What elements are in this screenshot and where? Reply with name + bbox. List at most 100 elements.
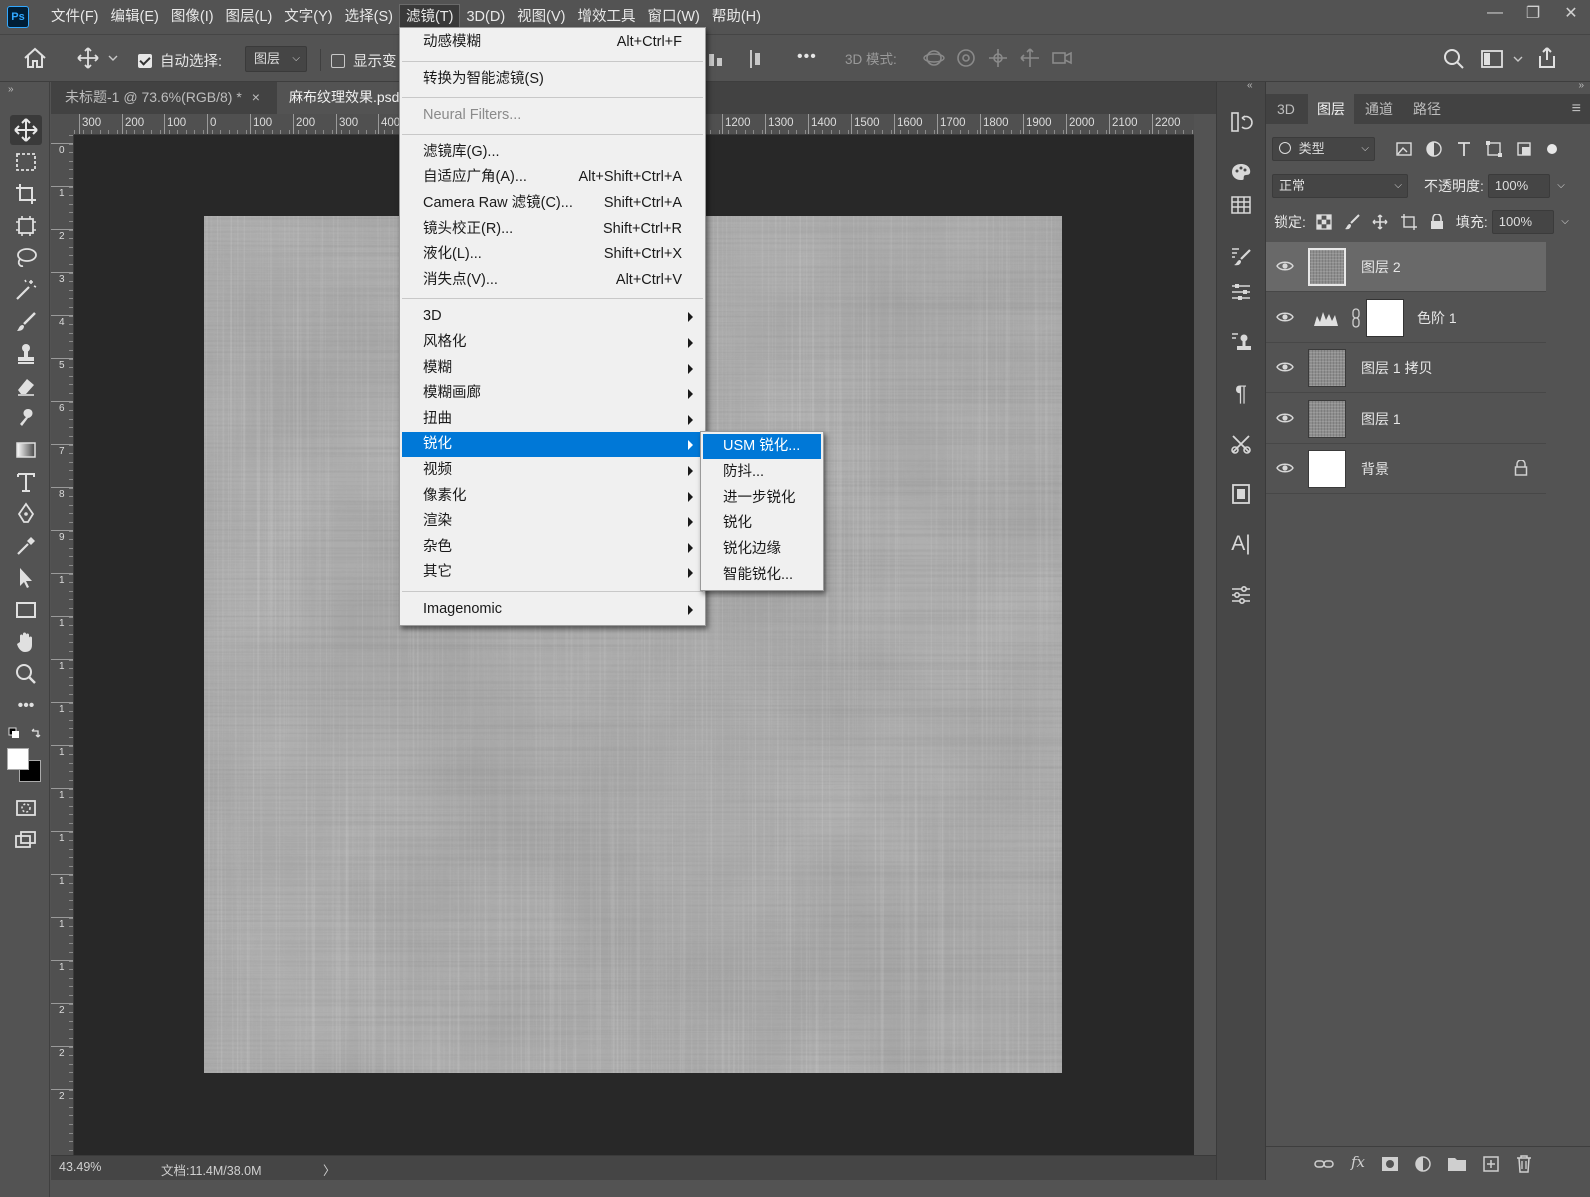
visibility-eye-icon[interactable] xyxy=(1276,459,1294,477)
panel-menu-icon[interactable]: ≡ xyxy=(1563,94,1590,124)
menu-3[interactable]: 图层(L) xyxy=(220,4,279,30)
sharpen-menu-item[interactable]: 锐化边缘 xyxy=(703,537,821,562)
sharpen-menu-item[interactable]: 智能锐化... xyxy=(703,563,821,588)
filter-menu-item[interactable]: 风格化 xyxy=(402,330,703,355)
filter-shape-icon[interactable] xyxy=(1485,140,1503,158)
sharpen-menu-item[interactable]: 防抖... xyxy=(703,460,821,485)
brushes-icon[interactable] xyxy=(1226,242,1256,272)
fx-icon[interactable]: fx xyxy=(1351,1153,1365,1171)
filter-menu-item[interactable]: 液化(L)... Shift+Ctrl+X xyxy=(402,242,703,267)
layer-row[interactable]: 背景 xyxy=(1266,444,1546,494)
foreground-color-swatch[interactable] xyxy=(7,748,29,770)
filter-menu-item[interactable]: 模糊 xyxy=(402,356,703,381)
lock-position-icon[interactable] xyxy=(1372,214,1388,230)
restore-button[interactable]: ❐ xyxy=(1514,0,1552,26)
tab-close-icon[interactable]: × xyxy=(252,89,260,105)
history-icon[interactable] xyxy=(1226,107,1256,137)
menu-5[interactable]: 选择(S) xyxy=(339,4,399,30)
magic-wand-tool-icon[interactable] xyxy=(10,275,42,305)
delete-layer-icon[interactable] xyxy=(1515,1154,1533,1174)
new-layer-icon[interactable] xyxy=(1482,1155,1500,1173)
slide-3d-icon[interactable] xyxy=(1018,46,1042,70)
filter-menu-item[interactable]: 镜头校正(R)... Shift+Ctrl+R xyxy=(402,217,703,242)
tab-channels[interactable]: 通道 xyxy=(1356,94,1402,124)
auto-select-target-dropdown[interactable]: 图层 ⌵ xyxy=(245,46,307,72)
more-options-button[interactable]: ••• xyxy=(797,48,817,66)
menu-2[interactable]: 图像(I) xyxy=(165,4,220,30)
character-icon[interactable]: A| xyxy=(1226,529,1256,559)
eyedropper-tool-icon[interactable] xyxy=(10,531,42,561)
home-icon[interactable] xyxy=(22,46,48,70)
filter-menu-item[interactable]: 消失点(V)... Alt+Ctrl+V xyxy=(402,268,703,293)
filter-menu-item[interactable]: 模糊画廊 xyxy=(402,381,703,406)
lock-all-icon[interactable] xyxy=(1430,214,1444,230)
path-selection-tool-icon[interactable] xyxy=(10,563,42,593)
menu-0[interactable]: 文件(F) xyxy=(45,4,105,30)
collapse-dock-icon[interactable]: « xyxy=(1247,80,1253,91)
visibility-eye-icon[interactable] xyxy=(1276,257,1294,275)
roll-3d-icon[interactable] xyxy=(954,46,978,70)
distribute-icon[interactable] xyxy=(746,48,766,70)
minimize-button[interactable]: — xyxy=(1476,0,1514,26)
lock-pixels-icon[interactable] xyxy=(1344,214,1360,230)
filter-menu-item[interactable]: 渲染 xyxy=(402,509,703,534)
edit-toolbar-icon[interactable]: ••• xyxy=(10,691,42,721)
filter-smart-object-icon[interactable] xyxy=(1515,140,1533,158)
camera-3d-icon[interactable] xyxy=(1050,46,1074,70)
brush-tool-icon[interactable] xyxy=(10,307,42,337)
kind-filter-dropdown[interactable]: 类型 ⌵ xyxy=(1272,137,1375,161)
filter-menu-item[interactable]: Imagenomic xyxy=(402,597,703,622)
lasso-tool-icon[interactable] xyxy=(10,243,42,273)
layer-thumbnail[interactable] xyxy=(1308,450,1346,488)
filter-menu-item[interactable]: 动感模糊 Alt+Ctrl+F xyxy=(402,30,703,55)
filter-menu-item[interactable]: 锐化 xyxy=(402,432,703,458)
tab-untitled-1[interactable]: 未标题-1 @ 73.6%(RGB/8) * × xyxy=(53,82,275,114)
layer-row[interactable]: 图层 1 xyxy=(1266,394,1546,444)
color-palette-icon[interactable] xyxy=(1226,157,1256,187)
color-swatches[interactable] xyxy=(7,748,43,784)
status-menu-arrow[interactable]: 〉 xyxy=(323,1160,336,1179)
move-tool-preset-icon[interactable] xyxy=(74,46,118,70)
new-group-icon[interactable] xyxy=(1447,1155,1467,1173)
layer-row[interactable]: 图层 2 xyxy=(1266,242,1546,292)
gradient-tool-icon[interactable] xyxy=(10,435,42,465)
tab-3d[interactable]: 3D xyxy=(1268,94,1304,124)
filter-menu-item[interactable]: 转换为智能滤镜(S) xyxy=(402,67,703,92)
brush-settings-icon[interactable] xyxy=(1226,277,1256,307)
layer-row[interactable]: 色阶 1 xyxy=(1266,293,1546,343)
panel-collapse-icon[interactable]: » xyxy=(1578,80,1584,91)
filter-type-icon[interactable] xyxy=(1455,140,1473,158)
eraser-tool-icon[interactable] xyxy=(10,371,42,401)
default-colors-icon[interactable] xyxy=(8,727,44,741)
menu-11[interactable]: 帮助(H) xyxy=(706,4,767,30)
smudge-tool-icon[interactable] xyxy=(10,403,42,433)
lock-artboard-icon[interactable] xyxy=(1400,214,1418,230)
zoom-tool-icon[interactable] xyxy=(10,659,42,689)
marquee-tool-icon[interactable] xyxy=(10,147,42,177)
filter-adjustment-icon[interactable] xyxy=(1425,140,1443,158)
adjustments-icon[interactable] xyxy=(1226,580,1256,610)
filter-pixel-icon[interactable] xyxy=(1395,140,1413,158)
frame-tool-icon[interactable] xyxy=(10,211,42,241)
visibility-eye-icon[interactable] xyxy=(1276,358,1294,376)
new-fill-adjustment-icon[interactable] xyxy=(1414,1155,1432,1173)
move-tool-icon[interactable] xyxy=(10,115,42,145)
mask-link-icon[interactable] xyxy=(1351,307,1361,328)
quick-mask-icon[interactable] xyxy=(10,793,42,823)
screen-mode-icon[interactable] xyxy=(10,825,42,855)
crop-tool-icon[interactable] xyxy=(10,179,42,209)
tab-linen-texture[interactable]: 麻布纹理效果.psd xyxy=(277,82,401,114)
fill-field[interactable]: 100% ⌵ xyxy=(1491,210,1569,234)
stamp-tool-icon[interactable] xyxy=(10,339,42,369)
layer-thumbnail[interactable] xyxy=(1308,349,1346,387)
libraries-icon[interactable] xyxy=(1226,479,1256,509)
layer-row[interactable]: 图层 1 拷贝 xyxy=(1266,343,1546,393)
clone-source-icon[interactable] xyxy=(1226,327,1256,357)
opacity-field[interactable]: 100% ⌵ xyxy=(1487,174,1565,198)
tab-paths[interactable]: 路径 xyxy=(1404,94,1450,124)
filter-menu-item[interactable]: 滤镜库(G)... xyxy=(402,140,703,165)
filter-toggle[interactable] xyxy=(1547,144,1557,154)
tools-presets-icon[interactable] xyxy=(1226,429,1256,459)
auto-select-checkbox[interactable] xyxy=(138,53,152,68)
pen-tool-icon[interactable] xyxy=(10,499,42,529)
